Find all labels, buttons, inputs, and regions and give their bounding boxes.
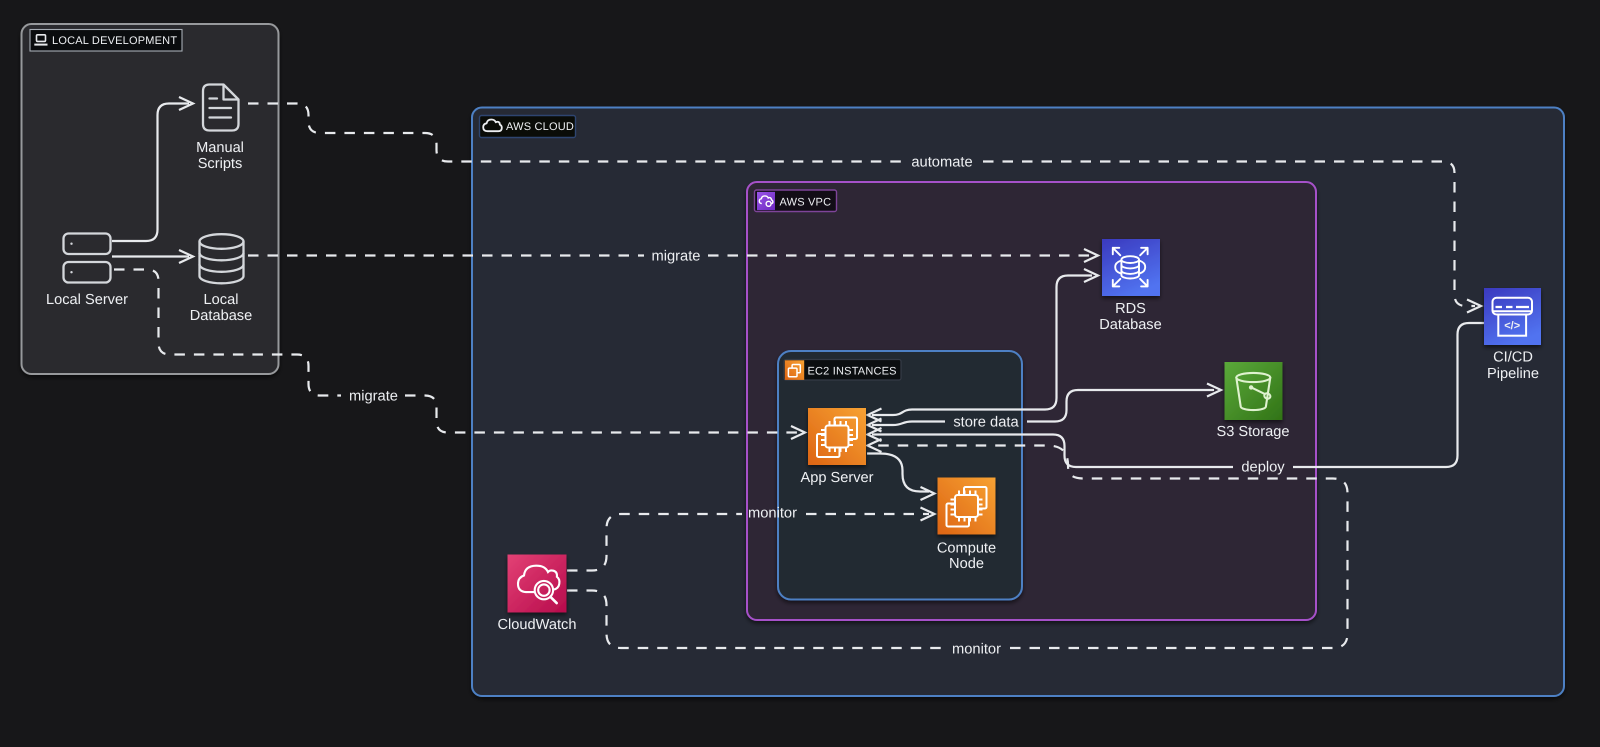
- svg-text:</>: </>: [1504, 320, 1520, 332]
- svg-text:RDS: RDS: [1115, 301, 1146, 317]
- svg-text:S3 Storage: S3 Storage: [1216, 424, 1289, 440]
- svg-text:Node: Node: [949, 556, 984, 572]
- svg-text:Manual: Manual: [196, 140, 244, 156]
- svg-text:migrate: migrate: [652, 249, 701, 265]
- svg-text:AWS CLOUD: AWS CLOUD: [506, 121, 574, 133]
- svg-text:App Server: App Server: [800, 470, 873, 486]
- svg-text:monitor: monitor: [952, 642, 1001, 658]
- svg-text:deploy: deploy: [1241, 460, 1285, 476]
- svg-text:EC2 INSTANCES: EC2 INSTANCES: [808, 365, 897, 377]
- svg-text:monitor: monitor: [748, 506, 797, 522]
- svg-text:CI/CD: CI/CD: [1493, 350, 1533, 366]
- svg-text:Database: Database: [1099, 317, 1161, 333]
- svg-text:Database: Database: [190, 308, 252, 324]
- svg-text:migrate: migrate: [349, 389, 398, 405]
- svg-text:store data: store data: [953, 415, 1019, 431]
- svg-text:automate: automate: [911, 155, 972, 171]
- svg-text:Scripts: Scripts: [198, 156, 243, 172]
- svg-text:CloudWatch: CloudWatch: [498, 617, 577, 633]
- svg-text:Local: Local: [204, 292, 239, 308]
- svg-text:Compute: Compute: [937, 541, 996, 557]
- svg-text:Pipeline: Pipeline: [1487, 366, 1539, 382]
- svg-text:Local Server: Local Server: [46, 292, 128, 308]
- svg-text:AWS VPC: AWS VPC: [780, 197, 832, 209]
- svg-text:LOCAL DEVELOPMENT: LOCAL DEVELOPMENT: [52, 35, 177, 47]
